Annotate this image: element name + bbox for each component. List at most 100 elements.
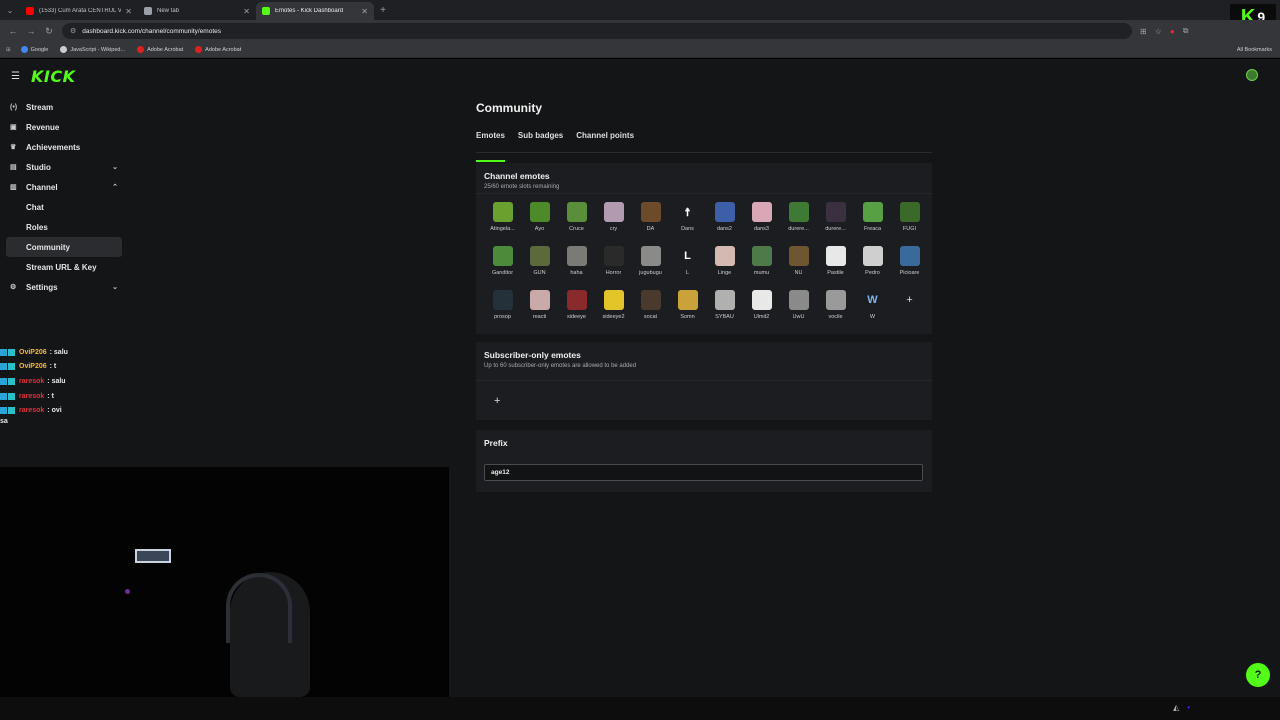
close-tab-icon[interactable]: ✕: [243, 7, 250, 16]
emote-item[interactable]: ☨ Dans: [669, 202, 706, 240]
user-avatar[interactable]: [1246, 69, 1258, 81]
browser-tab[interactable]: Emotes - Kick Dashboard ✕: [256, 2, 374, 20]
bookmark-favicon-icon: [60, 46, 68, 53]
emote-item[interactable]: NU: [780, 246, 817, 284]
sidebar-item-channel[interactable]: ▥ Channel ⌃: [6, 177, 122, 197]
emote-item[interactable]: Ayo: [521, 202, 558, 240]
reload-icon[interactable]: ↻: [40, 26, 58, 37]
emote-image: [788, 246, 809, 266]
translate-icon[interactable]: ⊞: [1140, 27, 1147, 36]
emote-item[interactable]: Freaca: [854, 202, 891, 240]
bookmark-star-icon[interactable]: ☆: [1155, 27, 1162, 36]
emote-item[interactable]: durere...: [817, 202, 854, 240]
chevron-down-icon[interactable]: ⌄: [112, 163, 118, 171]
emote-image: [529, 202, 550, 222]
emote-item[interactable]: jugubugu: [632, 246, 669, 284]
chat-message: raresok: t: [0, 389, 200, 404]
emote-item[interactable]: SYBAU: [706, 290, 743, 328]
tab-title: Emotes - Kick Dashboard: [275, 8, 344, 14]
emote-item[interactable]: Linge: [706, 246, 743, 284]
emote-item[interactable]: Cruce: [558, 202, 595, 240]
emote-item[interactable]: reacti: [521, 290, 558, 328]
sidebar-item-achievements[interactable]: ♛ Achievements: [6, 137, 122, 157]
emote-image: [492, 246, 513, 266]
emote-item[interactable]: dans3: [743, 202, 780, 240]
browser-tab[interactable]: New tab ✕: [138, 2, 256, 20]
emote-item[interactable]: vocile: [817, 290, 854, 328]
bookmark-item[interactable]: Adobe Acrobat: [137, 46, 183, 53]
tray-icon[interactable]: ◭: [1173, 703, 1179, 712]
extensions-puzzle-icon[interactable]: ⧉: [1183, 26, 1189, 36]
emote-item[interactable]: sideeye: [558, 290, 595, 328]
close-tab-icon[interactable]: ✕: [125, 7, 132, 16]
sidebar-item-community[interactable]: Community: [6, 237, 122, 257]
bookmark-item[interactable]: Google: [20, 46, 48, 53]
sidebar-item-label: Channel: [26, 182, 58, 192]
emote-item[interactable]: Ulmit2: [743, 290, 780, 328]
emote-item[interactable]: cry: [595, 202, 632, 240]
prefix-input[interactable]: age12: [484, 464, 923, 481]
emote-item[interactable]: WW: [854, 290, 891, 328]
site-info-icon[interactable]: ⚙: [70, 27, 76, 35]
emote-name: Ulmit2: [753, 314, 770, 320]
emote-name: W: [869, 314, 876, 320]
apps-icon[interactable]: ⊞: [6, 47, 11, 53]
sidebar-item-chat[interactable]: Chat: [6, 197, 122, 217]
bookmarks-bar: ⊞ Google JavaScript - Wikiped... Adobe Acr…: [0, 42, 1280, 58]
emote-item[interactable]: LL: [669, 246, 706, 284]
close-tab-icon[interactable]: ✕: [361, 7, 368, 16]
emote-name: Atingela...: [490, 226, 515, 232]
emote-name: Linge: [717, 270, 732, 276]
emote-item[interactable]: dans2: [706, 202, 743, 240]
tab-channel-points[interactable]: Channel points: [576, 131, 634, 152]
tab-search-icon[interactable]: ⌄: [0, 0, 20, 20]
emote-item[interactable]: sideeye2: [595, 290, 632, 328]
all-bookmarks-link[interactable]: All Bookmarks: [1237, 47, 1272, 53]
emote-item[interactable]: DA: [632, 202, 669, 240]
emote-item[interactable]: socat: [632, 290, 669, 328]
menu-icon[interactable]: ☰: [11, 71, 25, 82]
emote-item[interactable]: Ganditor: [484, 246, 521, 284]
bookmark-item[interactable]: Adobe Acrobat: [195, 46, 241, 53]
tray-icon[interactable]: •: [1187, 703, 1190, 712]
emote-item[interactable]: mumu: [743, 246, 780, 284]
sidebar-item-stream-url-key[interactable]: Stream URL & Key: [6, 257, 122, 277]
browser-tab[interactable]: (1533) Cum Arata CENTRUL VE ✕: [20, 2, 138, 20]
chevron-up-icon[interactable]: ⌃: [112, 183, 118, 191]
emote-item[interactable]: Somn: [669, 290, 706, 328]
emote-item[interactable]: UwU: [780, 290, 817, 328]
emote-name: Freaca: [863, 226, 882, 232]
forward-icon[interactable]: →: [22, 26, 40, 36]
back-icon[interactable]: ←: [4, 26, 22, 36]
bookmark-item[interactable]: JavaScript - Wikiped...: [60, 46, 125, 53]
extension-icon[interactable]: ●: [1170, 27, 1175, 36]
emote-item[interactable]: FUGI: [891, 202, 928, 240]
emote-name: jugubugu: [639, 270, 662, 276]
kick-logo[interactable]: KICK: [31, 67, 76, 86]
emote-item[interactable]: haha: [558, 246, 595, 284]
emote-item[interactable]: GUN: [521, 246, 558, 284]
url-field[interactable]: ⚙ dashboard.kick.com/channel/community/e…: [62, 23, 1132, 39]
emote-item[interactable]: durere...: [780, 202, 817, 240]
emote-item[interactable]: Pastile: [817, 246, 854, 284]
tab-favicon-icon: [144, 7, 152, 15]
sidebar-item-settings[interactable]: ⚙ Settings ⌄: [6, 277, 122, 297]
tab-emotes[interactable]: Emotes: [476, 131, 505, 162]
tab-sub-badges[interactable]: Sub badges: [518, 131, 563, 152]
subscriber-emotes-description: Up to 60 subscriber-only emotes are allo…: [484, 363, 637, 369]
emote-item[interactable]: Pedro: [854, 246, 891, 284]
chevron-down-icon[interactable]: ⌄: [112, 283, 118, 291]
help-chat-button[interactable]: ?: [1246, 663, 1270, 687]
sidebar-item-stream[interactable]: (•) Stream: [6, 97, 122, 117]
emote-item[interactable]: Horror: [595, 246, 632, 284]
emote-item[interactable]: Atingela...: [484, 202, 521, 240]
add-emote-button[interactable]: +: [891, 290, 928, 328]
emote-item[interactable]: Picioare: [891, 246, 928, 284]
sidebar-item-roles[interactable]: Roles: [6, 217, 122, 237]
emote-image: [529, 246, 550, 266]
emote-item[interactable]: prosop: [484, 290, 521, 328]
add-subscriber-emote-button[interactable]: +: [494, 395, 500, 407]
new-tab-button[interactable]: +: [374, 5, 392, 16]
sidebar-item-revenue[interactable]: ▣ Revenue: [6, 117, 122, 137]
sidebar-item-studio[interactable]: ▤ Studio ⌄: [6, 157, 122, 177]
